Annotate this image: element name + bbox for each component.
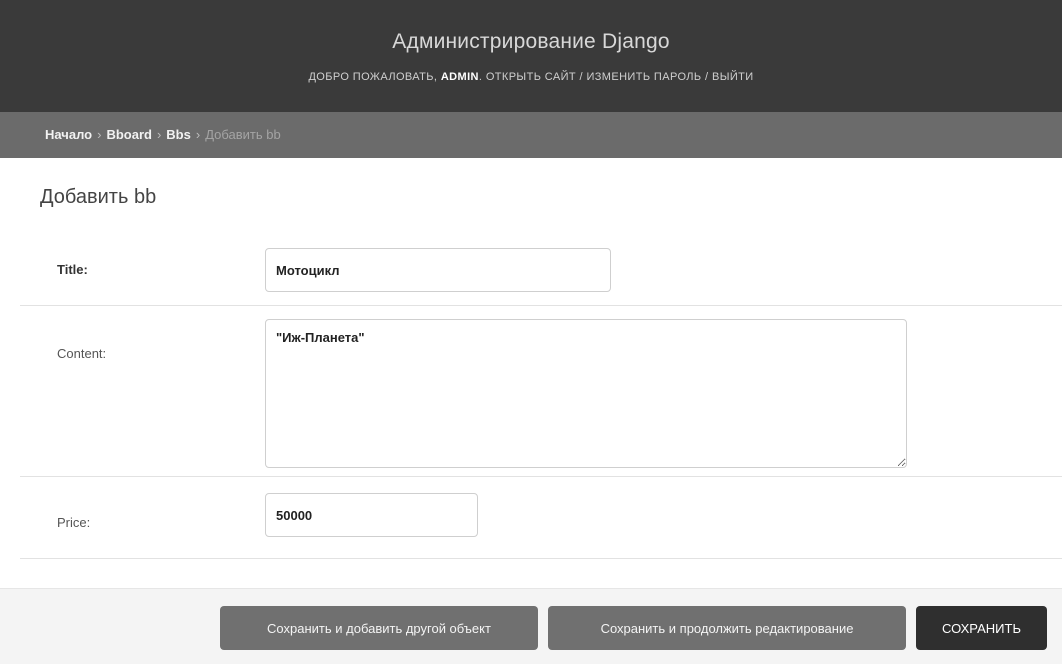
price-label: Price: [57, 515, 91, 530]
breadcrumb-home-link[interactable]: Начало [45, 127, 92, 142]
form-row-price: Price: [20, 477, 1062, 559]
main-content: Добавить bb Title: Content: "Иж-Планета"… [0, 158, 1062, 664]
welcome-text: Добро пожаловать, [308, 71, 438, 83]
page-title: Добавить bb [40, 186, 157, 208]
content-textarea[interactable]: "Иж-Планета" [265, 319, 907, 468]
title-label: Title: [57, 262, 88, 277]
header: Администрирование Django Добро пожаловат… [0, 0, 1062, 112]
form-row-title: Title: [20, 238, 1062, 306]
breadcrumb-separator: › [156, 127, 162, 142]
site-title: Администрирование Django [392, 30, 670, 53]
breadcrumb: Начало › Bboard › Bbs › Добавить bb [0, 112, 1062, 158]
username: admin [440, 71, 479, 83]
price-input[interactable] [265, 493, 478, 537]
breadcrumb-app-link[interactable]: Bboard [106, 127, 152, 142]
view-site-link[interactable]: Открыть сайт [486, 71, 576, 83]
save-and-continue-button[interactable]: Сохранить и продолжить редактирование [548, 606, 906, 650]
logout-link[interactable]: Выйти [712, 71, 754, 83]
breadcrumb-separator: › [195, 127, 201, 142]
submit-row: Сохранить и добавить другой объект Сохра… [0, 588, 1062, 664]
title-input[interactable] [265, 248, 611, 292]
breadcrumb-current: Добавить bb [205, 127, 281, 142]
save-button[interactable]: Сохранить [916, 606, 1047, 650]
form-row-content: Content: "Иж-Планета" [20, 306, 1062, 477]
save-and-add-another-button[interactable]: Сохранить и добавить другой объект [220, 606, 538, 650]
breadcrumb-separator: › [97, 127, 102, 142]
user-tools-separator: / [579, 71, 583, 83]
user-tools: Добро пожаловать, admin. Открыть сайт / … [308, 71, 754, 83]
change-password-link[interactable]: Изменить пароль [586, 71, 701, 83]
user-tools-separator: / [705, 71, 709, 83]
breadcrumb-model-link[interactable]: Bbs [166, 127, 191, 142]
content-label: Content: [57, 346, 107, 361]
